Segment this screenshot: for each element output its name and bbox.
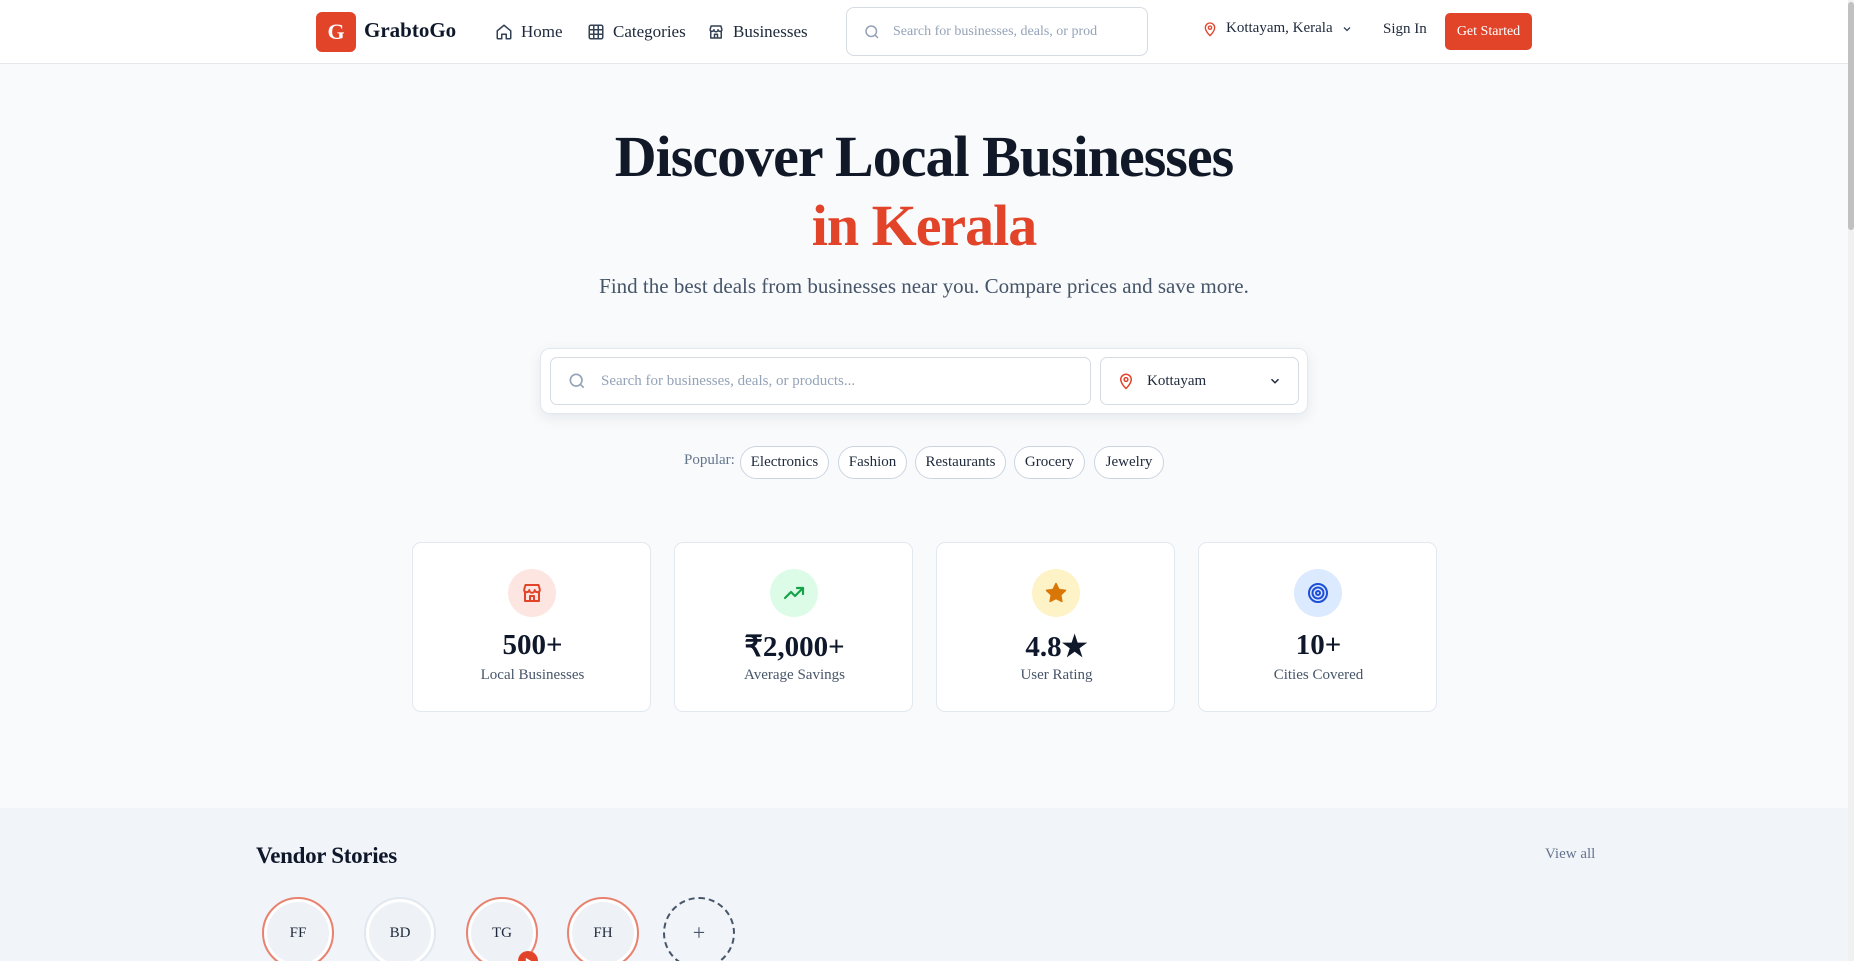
- city-select[interactable]: Kottayam: [1100, 357, 1299, 405]
- map-pin-icon: [1119, 373, 1133, 390]
- chevron-down-icon: [1270, 378, 1280, 384]
- nav-categories[interactable]: Categories: [587, 20, 686, 44]
- view-all-link[interactable]: View all: [1545, 846, 1595, 863]
- nav-categories-label: Categories: [613, 22, 686, 41]
- stat-card-cities: 10+ Cities Covered: [1198, 542, 1437, 712]
- stat-label: Local Businesses: [480, 667, 585, 683]
- header-search-input[interactable]: [893, 23, 1123, 40]
- grid-icon: [588, 24, 604, 40]
- stat-card-savings: ₹2,000+ Average Savings: [674, 542, 913, 712]
- sign-in-link[interactable]: Sign In: [1383, 21, 1427, 38]
- hero-search-input[interactable]: [601, 372, 1081, 390]
- plus-icon: +: [692, 920, 706, 945]
- story-initials: FH: [593, 924, 613, 941]
- top-navigation-bar: G GrabtoGo Home Categories Businesses Ko…: [0, 0, 1854, 64]
- brand-name[interactable]: GrabtoGo: [364, 18, 456, 43]
- trending-up-icon: [770, 569, 818, 617]
- popular-chip-restaurants[interactable]: Restaurants: [915, 446, 1006, 479]
- nav-home[interactable]: Home: [495, 20, 563, 44]
- star-icon: [1032, 569, 1080, 617]
- popular-chip-grocery[interactable]: Grocery: [1014, 446, 1085, 479]
- home-icon: [496, 24, 512, 40]
- stat-card-rating: 4.8★ User Rating: [936, 542, 1175, 712]
- popular-chip-fashion[interactable]: Fashion: [838, 446, 907, 479]
- story-initials: FF: [289, 924, 307, 941]
- popular-chip-jewelry[interactable]: Jewelry: [1094, 446, 1164, 479]
- location-selector[interactable]: Kottayam, Kerala: [1202, 20, 1353, 37]
- stat-value: 500+: [502, 629, 563, 661]
- vendor-story-ff[interactable]: FF: [262, 897, 334, 961]
- search-icon: [865, 24, 879, 39]
- hero-search-panel: Kottayam: [540, 348, 1308, 414]
- popular-label: Popular:: [684, 452, 735, 468]
- stat-label: User Rating: [1020, 667, 1093, 683]
- page-scrollbar-thumb[interactable]: [1848, 2, 1854, 230]
- story-initials: BD: [389, 924, 411, 941]
- hero-search-box[interactable]: [550, 357, 1091, 405]
- story-initials: TG: [492, 924, 512, 941]
- store-icon: [709, 25, 723, 39]
- stat-value: ₹2,000+: [744, 631, 845, 663]
- vendor-stories-title: Vendor Stories: [256, 843, 397, 868]
- stat-label: Cities Covered: [1273, 667, 1364, 683]
- stat-value: 10+: [1295, 629, 1342, 661]
- stat-label: Average Savings: [744, 667, 845, 683]
- get-started-button[interactable]: Get Started: [1445, 13, 1532, 50]
- add-story-button[interactable]: +: [663, 897, 735, 961]
- hero-subtitle: Find the best deals from businesses near…: [599, 274, 1249, 298]
- store-icon: [508, 569, 556, 617]
- nav-home-label: Home: [521, 22, 563, 41]
- nav-businesses-label: Businesses: [733, 22, 808, 41]
- hero-title: Discover Local Businesses: [614, 124, 1234, 189]
- vendor-story-fh[interactable]: FH: [567, 897, 639, 961]
- map-pin-icon: [1204, 21, 1216, 37]
- location-label: Kottayam, Kerala: [1226, 20, 1333, 36]
- search-icon: [569, 373, 585, 389]
- chevron-down-icon: [1343, 26, 1351, 31]
- target-icon: [1294, 569, 1342, 617]
- logo-badge[interactable]: G: [316, 12, 356, 52]
- stat-value: 4.8★: [1025, 631, 1088, 663]
- stat-card-businesses: 500+ Local Businesses: [412, 542, 651, 712]
- popular-chip-electronics[interactable]: Electronics: [740, 446, 829, 479]
- header-search-box[interactable]: [846, 7, 1148, 56]
- vendor-story-tg[interactable]: TG: [466, 897, 538, 961]
- nav-businesses[interactable]: Businesses: [707, 20, 808, 44]
- hero-title-highlight: in Kerala: [811, 193, 1038, 258]
- vendor-story-bd[interactable]: BD: [364, 897, 436, 961]
- city-select-value: Kottayam: [1147, 372, 1207, 389]
